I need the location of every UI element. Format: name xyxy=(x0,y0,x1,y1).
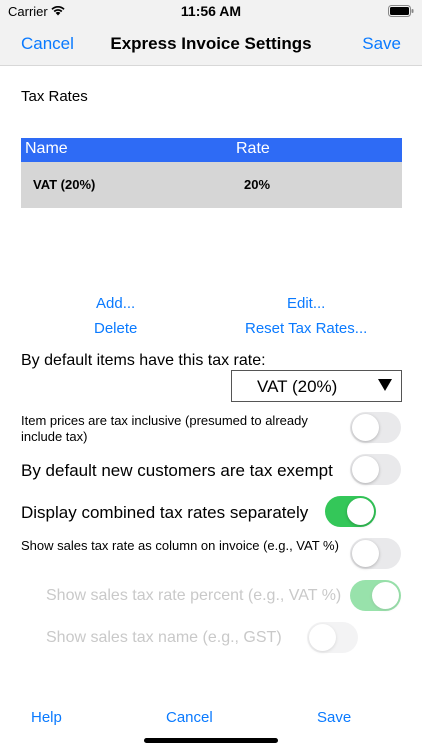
selected-tax-rate: VAT (20%) xyxy=(257,377,338,396)
column-header-name: Name xyxy=(25,140,68,157)
add-tax-rate-button[interactable]: Add... xyxy=(96,295,135,312)
toggle-knob xyxy=(352,540,379,567)
delete-tax-rate-button[interactable]: Delete xyxy=(94,320,137,337)
rate-column-toggle[interactable] xyxy=(350,538,401,569)
rate-column-label: Show sales tax rate as column on invoice… xyxy=(21,538,339,553)
default-tax-rate-select[interactable]: VAT (20%) xyxy=(231,370,402,402)
tax-rates-table: Name Rate VAT (20%) 20% xyxy=(21,138,402,208)
tax-inclusive-toggle[interactable] xyxy=(350,412,401,443)
help-button[interactable]: Help xyxy=(31,709,62,726)
toggle-knob xyxy=(352,456,379,483)
rate-percent-label: Show sales tax rate percent (e.g., VAT %… xyxy=(46,587,342,604)
toggle-knob xyxy=(347,498,374,525)
tax-rate-name-cell: VAT (20%) xyxy=(33,177,96,192)
tax-name-label: Show sales tax name (e.g., GST) xyxy=(46,629,282,646)
toggle-knob xyxy=(372,582,399,609)
reset-tax-rates-button[interactable]: Reset Tax Rates... xyxy=(245,320,367,337)
table-row[interactable]: VAT (20%) 20% xyxy=(21,162,402,208)
triangle-down-icon xyxy=(378,379,392,391)
status-time: 11:56 AM xyxy=(180,3,242,19)
edit-tax-rate-button[interactable]: Edit... xyxy=(287,295,325,312)
combined-rates-toggle[interactable] xyxy=(325,496,376,527)
bottom-toolbar: Help Cancel Save xyxy=(0,700,422,736)
tax-rates-heading: Tax Rates xyxy=(21,88,88,105)
cancel-button[interactable]: Cancel xyxy=(166,709,213,726)
battery-icon xyxy=(388,5,414,17)
tax-name-toggle xyxy=(307,622,358,653)
page-title: Express Invoice Settings xyxy=(110,34,312,53)
status-bar: Carrier 11:56 AM xyxy=(0,0,422,22)
table-header: Name Rate xyxy=(21,138,402,162)
toggle-knob xyxy=(352,414,379,441)
tax-inclusive-label: Item prices are tax inclusive (presumed … xyxy=(21,413,308,444)
rate-percent-toggle xyxy=(350,580,401,611)
tax-rate-value-cell: 20% xyxy=(244,177,271,192)
save-button[interactable]: Save xyxy=(317,709,351,726)
column-header-rate: Rate xyxy=(236,140,270,157)
toggle-knob xyxy=(309,624,336,651)
home-indicator xyxy=(144,738,278,743)
nav-save-button[interactable]: Save xyxy=(362,34,401,54)
default-tax-rate-label: By default items have this tax rate: xyxy=(21,352,266,369)
combined-rates-label: Display combined tax rates separately xyxy=(21,503,309,522)
tax-exempt-label: By default new customers are tax exempt xyxy=(21,461,333,480)
navigation-bar: Cancel Express Invoice Settings Save xyxy=(0,22,422,66)
tax-exempt-toggle[interactable] xyxy=(350,454,401,485)
